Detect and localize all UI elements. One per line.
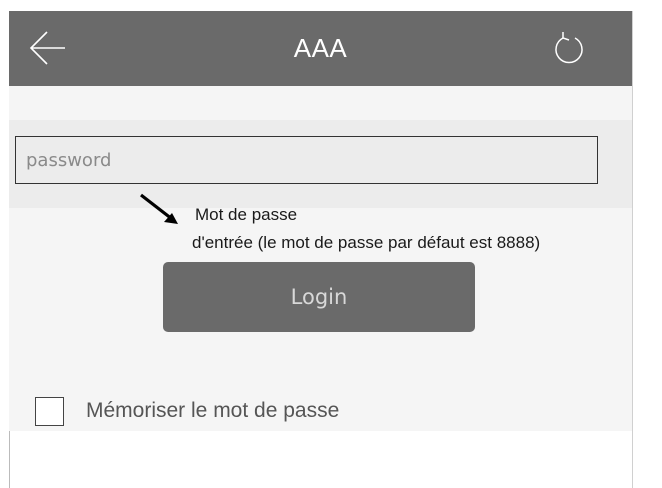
login-button[interactable]: Login xyxy=(163,262,475,332)
title-bar: AAA xyxy=(9,11,632,86)
page-title: AAA xyxy=(293,33,348,63)
password-input[interactable] xyxy=(15,136,598,184)
annotation-arrow-icon xyxy=(140,193,178,224)
remember-password-row[interactable]: Mémoriser le mot de passe xyxy=(35,395,339,427)
annotation-text: Mot de passe d'entrée (le mot de passe p… xyxy=(192,201,540,257)
remember-password-checkbox[interactable] xyxy=(35,396,64,426)
remember-password-label: Mémoriser le mot de passe xyxy=(86,399,340,422)
annotation-line-1: Mot de passe xyxy=(195,205,298,224)
refresh-icon[interactable] xyxy=(549,28,589,68)
screen-bottom-area xyxy=(9,431,632,488)
annotation-line-2: d'entrée (le mot de passe par défaut est… xyxy=(192,233,541,252)
